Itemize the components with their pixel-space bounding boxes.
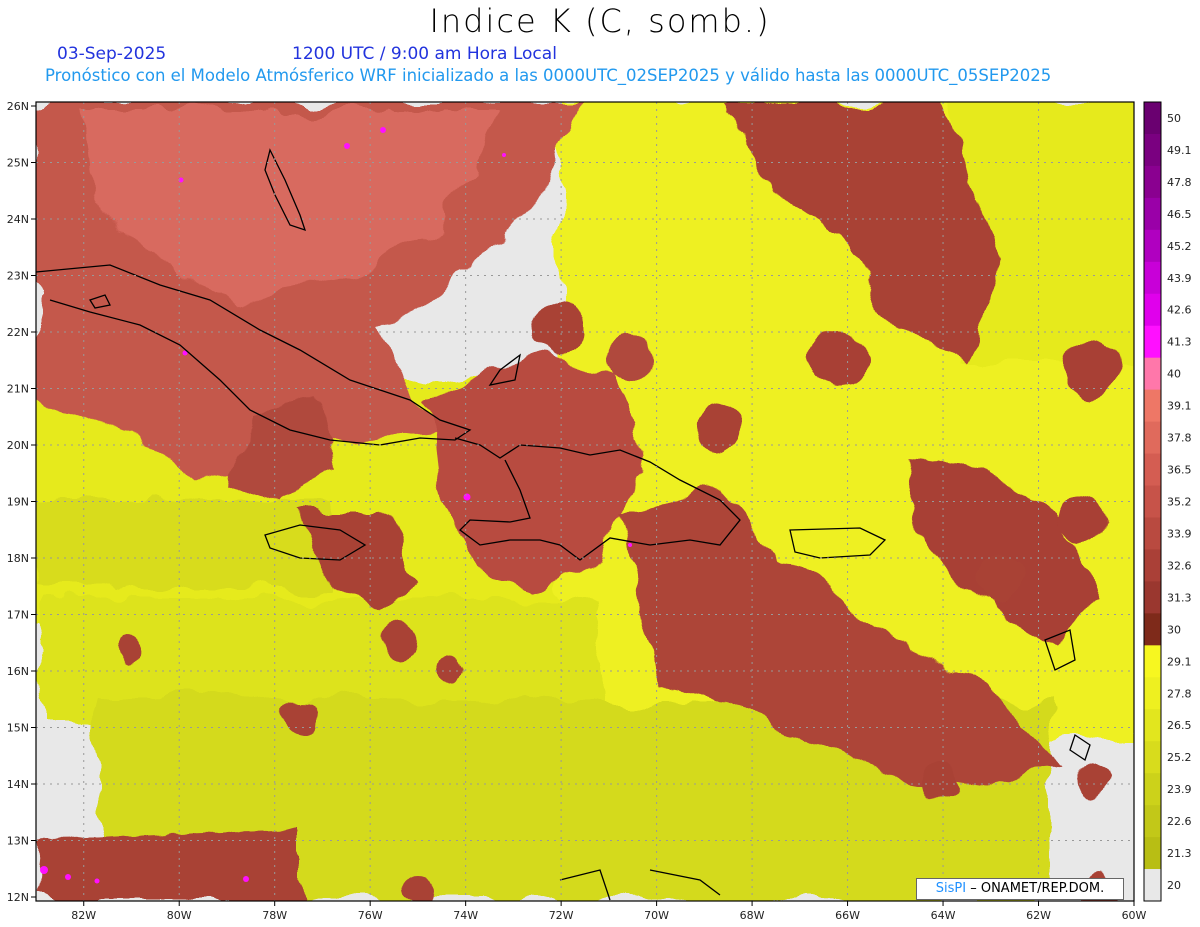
colorbar-label: 33.9 [1167,527,1192,540]
colorbar-label: 35.2 [1167,496,1192,509]
colorbar-swatch [1144,709,1161,742]
colorbar-label: 50 [1167,112,1181,125]
lon-label: 64W [931,909,956,922]
colorbar-label: 29.1 [1167,655,1192,668]
credit-org: – ONAMET/REP.DOM. [966,881,1105,896]
colorbar-label: 26.5 [1167,719,1192,732]
colorbar-label: 46.5 [1167,208,1192,221]
colorbar-swatch [1144,741,1161,774]
colorbar-swatch [1144,869,1161,902]
lat-label: 22N [7,326,29,339]
colorbar-swatch [1144,102,1161,135]
lat-label: 18N [7,552,29,565]
colorbar-label: 45.2 [1167,240,1192,253]
k-index-map: 26N 25N 24N 23N 22N 21N 20N 19N 18N 17N 16N 15N 14N 1… [7,100,1192,922]
lon-label: 80W [167,909,192,922]
colorbar-swatch [1144,229,1161,263]
colorbar-label: 49.1 [1167,144,1192,157]
colorbar-swatch [1144,581,1161,614]
lon-label: 76W [358,909,383,922]
colorbar-swatch [1144,357,1161,391]
colorbar-swatch [1144,837,1161,870]
colorbar-label: 22.6 [1167,815,1192,828]
colorbar-swatch [1144,549,1161,582]
lat-label: 12N [7,891,29,904]
colorbar-label: 39.1 [1167,400,1192,413]
lat-label: 14N [7,778,29,791]
lon-label: 72W [549,909,574,922]
lon-label: 82W [71,909,96,922]
lon-label: 70W [644,909,669,922]
colorbar-label: 27.8 [1167,687,1192,700]
colorbar-swatch [1144,645,1161,678]
colorbar-label: 41.3 [1167,336,1192,349]
colorbar-label: 42.6 [1167,304,1192,317]
colorbar-label: 40 [1167,368,1181,381]
colorbar-swatch [1144,197,1161,231]
credit-box: SisPI – ONAMET/REP.DOM. [916,878,1124,900]
colorbar-swatch [1144,773,1161,806]
lat-label: 23N [7,270,29,283]
colorbar-swatch [1144,613,1161,646]
lat-label: 26N [7,100,29,113]
lat-label: 16N [7,665,29,678]
colorbar-swatch [1144,805,1161,838]
colorbar-label: 21.3 [1167,847,1192,860]
colorbar-label: 25.2 [1167,751,1192,764]
colorbar-label: 37.8 [1167,432,1192,445]
colorbar-swatch [1144,517,1161,550]
lon-label: 74W [453,909,478,922]
colorbar-swatch [1144,325,1161,359]
colorbar-swatch [1144,389,1161,423]
lat-label: 24N [7,213,29,226]
lat-label: 15N [7,722,29,735]
colorbar-swatch [1144,165,1161,199]
credit-system: SisPI [935,881,967,896]
lat-label: 13N [7,835,29,848]
lon-label: 68W [740,909,765,922]
colorbar-label: 43.9 [1167,272,1192,285]
colorbar-label: 47.8 [1167,176,1192,189]
k-index-field [36,102,1134,901]
colorbar-label: 31.3 [1167,591,1192,604]
colorbar-swatch [1144,421,1161,455]
lon-label: 66W [835,909,860,922]
lat-label: 21N [7,383,29,396]
colorbar: 50 49.1 47.8 46.5 45.2 43.9 42.6 41.3 40 39.1 37.8… [1143,101,1192,902]
colorbar-swatch [1144,133,1161,167]
colorbar-label: 36.5 [1167,464,1192,477]
colorbar-swatch [1144,293,1161,327]
lon-label: 78W [262,909,287,922]
colorbar-label: 30 [1167,623,1181,636]
colorbar-label: 20 [1167,879,1181,892]
colorbar-label: 32.6 [1167,559,1192,572]
colorbar-label: 23.9 [1167,783,1192,796]
lon-label: 60W [1122,909,1147,922]
colorbar-swatch [1144,453,1161,487]
lat-label: 25N [7,157,29,170]
colorbar-swatch [1144,485,1161,518]
lon-label: 62W [1026,909,1051,922]
colorbar-swatch [1144,261,1161,295]
lat-label: 17N [7,609,29,622]
lat-label: 19N [7,496,29,509]
lat-label: 20N [7,439,29,452]
colorbar-swatch [1144,677,1161,710]
